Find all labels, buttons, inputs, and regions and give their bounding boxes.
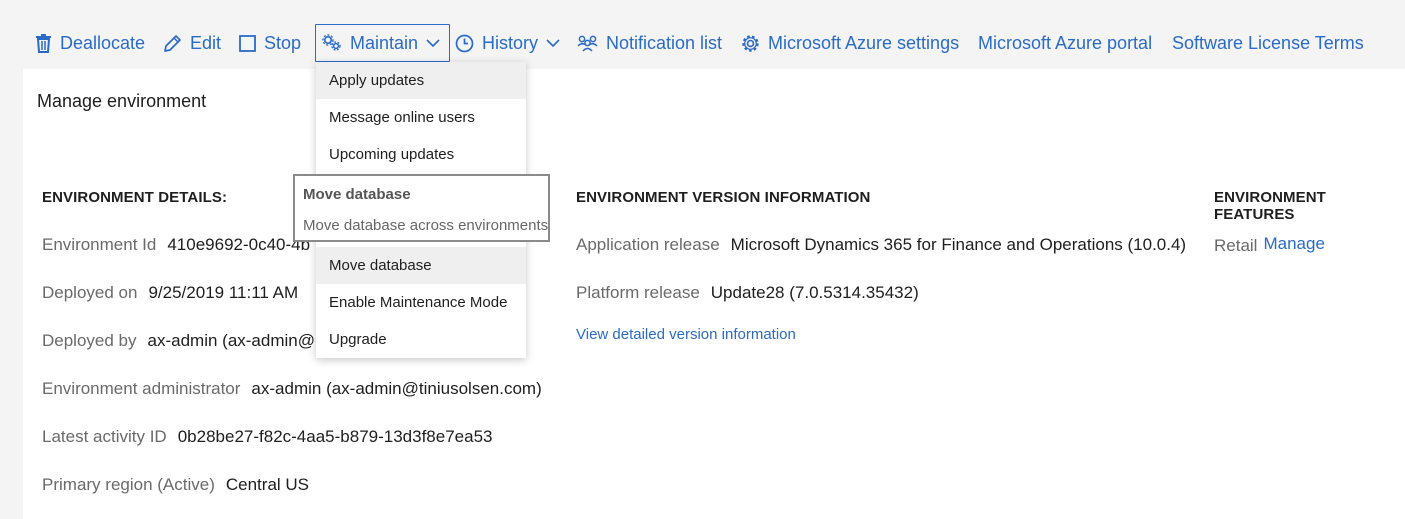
version-label: Application release (576, 235, 720, 254)
environment-details-heading: ENVIRONMENT DETAILS: (42, 189, 228, 206)
maintain-label: Maintain (350, 32, 419, 53)
detail-value: ax-admin (ax-admin@tiniusolsen.com) (251, 379, 542, 398)
pencil-icon (163, 34, 182, 53)
move-database-tooltip: Move database Move database across envir… (293, 174, 550, 242)
tooltip-title: Move database (303, 186, 411, 203)
detail-label: Environment administrator (42, 379, 241, 398)
menu-item-upcoming-updates[interactable]: Upcoming updates (316, 136, 526, 173)
license-terms-label: Software License Terms (1172, 32, 1364, 53)
menu-item-move-database[interactable]: Move database (316, 247, 526, 284)
stop-button[interactable]: Stop (239, 24, 301, 62)
chevron-down-icon (546, 38, 560, 48)
version-information-heading: ENVIRONMENT VERSION INFORMATION (576, 189, 871, 206)
detail-value: ax-admin (ax-admin@ (147, 331, 315, 350)
notification-list-button[interactable]: Notification list (577, 24, 722, 62)
notification-list-label: Notification list (606, 32, 723, 53)
detail-value: 410e9692-0c40-4b (167, 235, 311, 254)
manage-retail-link[interactable]: Manage (1263, 234, 1324, 253)
detail-label: Latest activity ID (42, 427, 167, 446)
detail-label: Deployed on (42, 283, 138, 302)
gear-icon (741, 34, 760, 53)
edit-label: Edit (190, 32, 222, 53)
manage-environment-panel: Manage environment ENVIRONMENT DETAILS: … (23, 69, 1405, 519)
detail-label: Environment Id (42, 235, 157, 254)
detail-value: 0b28be27-f82c-4aa5-b879-13d3f8e7ea53 (177, 427, 493, 446)
trash-icon (35, 33, 52, 53)
menu-item-upgrade[interactable]: Upgrade (316, 321, 526, 358)
detail-label: Deployed by (42, 331, 137, 350)
deallocate-button[interactable]: Deallocate (35, 24, 145, 62)
azure-portal-link[interactable]: Microsoft Azure portal (978, 24, 1152, 62)
detail-row-latest-activity-id: Latest activity ID 0b28be27-f82c-4aa5-b87… (42, 427, 493, 447)
detail-label: Primary region (Active) (42, 475, 215, 494)
view-detailed-version-link[interactable]: View detailed version information (576, 326, 796, 343)
history-button[interactable]: History (455, 24, 560, 62)
environment-features-heading: ENVIRONMENT FEATURES (1214, 189, 1326, 223)
detail-row-deployed-on: Deployed on 9/25/2019 11:11 AM (42, 283, 298, 303)
menu-item-apply-updates[interactable]: Apply updates (316, 62, 526, 99)
version-row-application-release: Application release Microsoft Dynamics 36… (576, 235, 1186, 255)
stop-label: Stop (264, 32, 302, 53)
detail-value: Central US (225, 475, 310, 494)
azure-portal-label: Microsoft Azure portal (978, 32, 1153, 53)
azure-settings-label: Microsoft Azure settings (768, 32, 960, 53)
gears-icon (322, 34, 342, 52)
detail-row-environment-administrator: Environment administrator ax-admin (ax-ad… (42, 379, 542, 399)
maintain-button[interactable]: Maintain (315, 24, 450, 62)
feature-row-retail: Retail Manage (1214, 234, 1325, 256)
history-label: History (482, 32, 539, 53)
detail-row-environment-id: Environment Id 410e9692-0c40-4b (42, 235, 310, 255)
tooltip-description: Move database across environments (303, 217, 549, 234)
detail-row-deployed-by: Deployed by ax-admin (ax-admin@ (42, 331, 315, 351)
deallocate-label: Deallocate (60, 32, 146, 53)
version-row-platform-release: Platform release Update28 (7.0.5314.35432… (576, 283, 919, 303)
clock-icon (455, 34, 474, 53)
people-icon (577, 35, 598, 52)
version-label: Platform release (576, 283, 700, 302)
version-value: Update28 (7.0.5314.35432) (710, 283, 919, 302)
license-terms-link[interactable]: Software License Terms (1172, 24, 1364, 62)
version-value: Microsoft Dynamics 365 for Finance and O… (730, 235, 1187, 254)
menu-item-message-online-users[interactable]: Message online users (316, 99, 526, 136)
page-title: Manage environment (37, 91, 207, 111)
command-bar: Deallocate Edit Stop Maintain History No… (0, 18, 1405, 68)
detail-value: 9/25/2019 11:11 AM (148, 283, 299, 302)
menu-item-enable-maintenance-mode[interactable]: Enable Maintenance Mode (316, 284, 526, 321)
stop-square-icon (239, 34, 256, 52)
feature-label: Retail (1214, 236, 1258, 255)
azure-settings-button[interactable]: Microsoft Azure settings (741, 24, 959, 62)
chevron-down-icon (426, 38, 440, 48)
detail-row-primary-region: Primary region (Active) Central US (42, 475, 309, 495)
edit-button[interactable]: Edit (163, 24, 221, 62)
